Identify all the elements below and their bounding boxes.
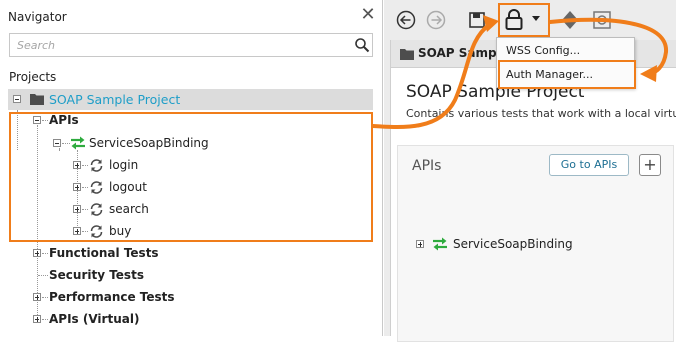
search-icon[interactable] (354, 37, 370, 53)
apis-card: APIs Go to APIs + ServiceSoapBinding (397, 145, 674, 342)
tree-item-security-tests[interactable]: Security Tests (32, 264, 192, 286)
search-input[interactable] (10, 34, 340, 56)
project-name: SOAP Sample Project (49, 92, 181, 107)
section-label: Functional Tests (49, 246, 159, 260)
api-list-item[interactable]: ServiceSoapBinding (416, 234, 616, 254)
project-description: Contains various tests that work with a … (406, 107, 676, 120)
highlight-auth-manager (498, 60, 636, 89)
binding-label: ServiceSoapBinding (453, 237, 573, 251)
apis-heading: APIs (412, 158, 442, 174)
tree-item-project[interactable]: SOAP Sample Project (8, 89, 373, 110)
collapse-toggle[interactable] (13, 95, 21, 103)
binding-arrows-icon (433, 237, 447, 251)
close-icon[interactable]: ✕ (358, 4, 378, 26)
tree-item-functional-tests[interactable]: Functional Tests (32, 242, 192, 264)
settings-icon[interactable] (590, 8, 614, 32)
section-label: Performance Tests (49, 290, 175, 304)
save-icon[interactable] (465, 8, 489, 32)
highlight-apis-node (9, 112, 373, 242)
navigator-title: Navigator (8, 10, 67, 24)
projects-label: Projects (9, 70, 57, 84)
expand-toggle[interactable] (33, 293, 41, 301)
expand-toggle[interactable] (416, 240, 424, 248)
section-label: Security Tests (49, 268, 144, 282)
folder-icon (400, 49, 414, 60)
diamond-icon[interactable] (558, 8, 582, 32)
forward-icon[interactable] (424, 8, 448, 32)
expand-toggle[interactable] (33, 315, 41, 323)
folder-icon (30, 94, 44, 105)
expand-toggle[interactable] (33, 249, 41, 257)
go-to-apis-button[interactable]: Go to APIs (549, 154, 629, 176)
search-box (9, 33, 373, 57)
highlight-lock-button (498, 3, 550, 37)
tree-item-apis-virtual[interactable]: APIs (Virtual) (32, 308, 192, 330)
tree-item-performance-tests[interactable]: Performance Tests (32, 286, 192, 308)
back-icon[interactable] (394, 8, 418, 32)
menu-item-wss-config[interactable]: WSS Config... (506, 44, 580, 57)
section-label: APIs (Virtual) (49, 312, 140, 326)
add-api-button[interactable]: + (639, 154, 661, 176)
